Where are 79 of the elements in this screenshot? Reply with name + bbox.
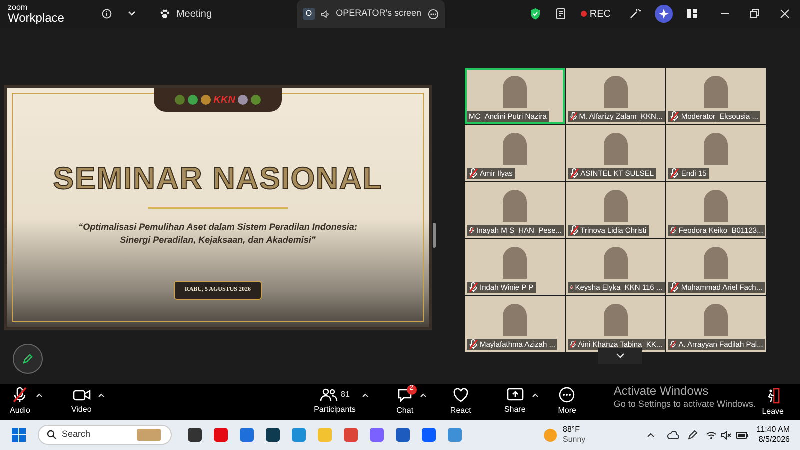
video-placeholder (503, 190, 527, 222)
video-button[interactable]: Video (71, 388, 92, 416)
leave-button[interactable]: Leave (762, 388, 784, 418)
emblem-icon (200, 95, 211, 105)
video-placeholder (704, 76, 728, 108)
video-placeholder (503, 133, 527, 165)
windows-start-icon[interactable] (12, 428, 26, 442)
heart-icon (452, 388, 469, 402)
video-placeholder (604, 304, 628, 336)
video-placeholder (704, 247, 728, 279)
caret-up-icon[interactable] (362, 392, 369, 398)
speaker-icon (321, 10, 330, 18)
weather-widget[interactable]: 88°F Sunny (563, 425, 586, 445)
pencil-icon (22, 353, 34, 365)
video-placeholder (503, 304, 527, 336)
video-placeholder (704, 190, 728, 222)
caret-up-icon[interactable] (98, 392, 105, 398)
video-placeholder (604, 133, 628, 165)
exit-door-icon (766, 388, 780, 404)
emblem-icon (174, 95, 185, 105)
annotate-button[interactable] (13, 344, 43, 374)
caret-up-icon[interactable] (36, 392, 44, 398)
cloud-icon[interactable] (666, 430, 679, 440)
video-placeholder (604, 190, 628, 222)
search-input[interactable]: Search (62, 428, 132, 442)
search-icon (47, 430, 57, 440)
pen-icon[interactable] (686, 430, 698, 440)
ai-companion-icon[interactable] (655, 5, 673, 23)
people-icon (320, 388, 338, 402)
restore-icon[interactable] (750, 9, 760, 19)
paw-icon (160, 9, 170, 19)
layout-icon[interactable] (687, 9, 698, 19)
shield-icon[interactable] (530, 8, 541, 20)
close-icon[interactable] (780, 9, 790, 19)
chevron-down-icon (616, 353, 624, 359)
search-field[interactable]: Search (38, 425, 172, 445)
participant-count: 81 (341, 389, 350, 401)
slide-title: SEMINAR NASIONAL (53, 160, 383, 198)
emblem-icon (238, 95, 248, 105)
clock[interactable]: 11:40 AM 8/5/2026 (756, 425, 790, 445)
logo-text: zoom (8, 4, 29, 12)
react-button[interactable]: React (450, 388, 472, 416)
more-button[interactable]: More (558, 387, 576, 417)
slide-subtitle: “Optimalisasi Pemulihan Aset dalam Sistem Peradilan Indonesia: Sinergi Peradilan, Kejaksaan, dan Akademisi” (78, 220, 358, 246)
caret-up-icon[interactable] (420, 392, 427, 398)
muted-speaker-icon[interactable] (720, 430, 732, 440)
video-placeholder (604, 76, 628, 108)
rec-label[interactable]: REC (590, 6, 611, 22)
video-placeholder (503, 247, 527, 279)
battery-icon[interactable] (736, 432, 749, 438)
audio-button[interactable]: Audio (10, 387, 30, 417)
participants-button[interactable]: 81 Participants (314, 388, 356, 416)
tab-title: OPERATOR's screen (336, 7, 422, 20)
share-screen-icon (506, 388, 524, 402)
video-placeholder (704, 133, 728, 165)
wand-icon[interactable] (629, 8, 641, 20)
sun-icon (544, 428, 557, 442)
more-icon (559, 387, 576, 403)
caret-up-icon[interactable] (532, 392, 539, 398)
emblem-icon (251, 95, 262, 105)
more-icon[interactable] (428, 8, 439, 20)
chevron-up-icon[interactable] (646, 432, 655, 438)
logo-text: Workplace (8, 12, 64, 24)
logo-text: KKN (214, 94, 236, 108)
activation-notice: Activate Windows Go to Settings to activate Windows. (614, 384, 756, 412)
scroll-handle[interactable] (433, 223, 436, 248)
meeting-label: Meeting (176, 8, 212, 22)
chevron-down-icon[interactable] (128, 11, 136, 17)
video-placeholder (704, 304, 728, 336)
shared-screen-tab[interactable]: O OPERATOR's screen (296, 0, 445, 28)
notes-icon[interactable] (556, 8, 567, 20)
wifi-icon[interactable] (706, 430, 717, 440)
emblem-icon (188, 95, 198, 105)
info-icon[interactable] (102, 9, 112, 19)
share-badge: O (302, 8, 316, 20)
share-button[interactable]: Share (504, 388, 526, 416)
video-camera-icon (72, 388, 91, 402)
video-placeholder (604, 247, 628, 279)
video-placeholder (503, 76, 527, 108)
